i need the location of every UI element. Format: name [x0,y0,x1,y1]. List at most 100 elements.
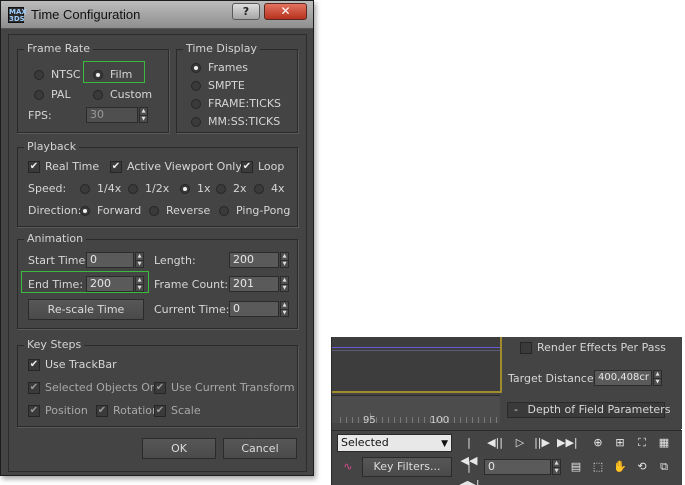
spin-up-icon[interactable]: ▲ [553,460,560,467]
fps-spinner-arrows[interactable]: ▲ ▼ [139,107,148,123]
spin-down-icon[interactable]: ▼ [281,284,288,292]
current-frame-spinner[interactable]: 0 ▲ ▼ [484,459,561,475]
timeline[interactable]: 95 100 [332,395,500,426]
radio-forward[interactable]: Forward [80,204,141,218]
check-active-viewport[interactable]: ✔ Active Viewport Only [110,160,242,174]
zoom-icon[interactable]: ⊕ [588,434,608,452]
current-time-input[interactable]: 0 [229,301,279,317]
check-real-time[interactable]: ✔ Real Time [28,160,99,174]
check-active-viewport-box[interactable]: ✔ [110,161,122,173]
fps-spinner[interactable]: 30 ▲ ▼ [86,107,148,123]
check-real-time-box[interactable]: ✔ [28,161,40,173]
field-of-view-icon[interactable]: ⬚ [588,458,608,476]
rescale-time-button[interactable]: Re-scale Time [28,299,144,320]
current-time-spinner[interactable]: 0 ▲ ▼ [229,301,289,317]
spin-down-icon[interactable]: ▼ [281,309,288,317]
radio-ntsc-dot[interactable] [34,70,44,80]
radio-mm-ss-ticks-dot[interactable] [191,117,201,127]
check-loop-box[interactable]: ✔ [241,161,253,173]
radio-ping-pong-dot[interactable] [219,206,229,216]
start-time-arrows[interactable]: ▲ ▼ [135,252,144,268]
title-bar[interactable]: MAX 3DS Time Configuration ? ✕ [1,1,313,29]
spin-down-icon[interactable]: ▼ [553,467,560,475]
length-input[interactable]: 200 [229,252,279,268]
check-use-current-transform[interactable]: ✔ Use Current Transform [154,381,295,395]
frame-count-spinner[interactable]: 201 ▲ ▼ [229,276,289,292]
maximize-viewport-icon[interactable]: ⧉ [654,458,674,476]
spin-down-icon[interactable]: ▼ [136,260,143,268]
radio-smpte[interactable]: SMPTE [191,79,245,93]
check-use-current-transform-box[interactable]: ✔ [154,382,166,394]
spin-up-icon[interactable]: ▲ [654,371,661,378]
radio-frame-ticks-dot[interactable] [191,99,201,109]
length-arrows[interactable]: ▲ ▼ [280,252,289,268]
pan-hand-icon[interactable]: ✋ [610,458,630,476]
key-filters-button[interactable]: Key Filters... [362,457,452,477]
check-scale-box[interactable]: ✔ [154,405,166,417]
radio-ntsc[interactable]: NTSC [34,68,81,82]
go-to-start-icon[interactable]: |◀◀ [459,434,479,467]
target-distance-input[interactable]: 400,408cr [594,370,652,386]
previous-frame-icon[interactable]: ◀|| [485,434,505,452]
radio-speed-4x[interactable]: 4x [254,182,285,196]
spin-up-icon[interactable]: ▲ [136,253,143,260]
radio-smpte-dot[interactable] [191,81,201,91]
spin-down-icon[interactable]: ▼ [140,115,147,123]
start-time-input[interactable]: 0 [86,252,134,268]
radio-speed-quarter-dot[interactable] [80,184,90,194]
radio-reverse[interactable]: Reverse [149,204,210,218]
current-time-arrows[interactable]: ▲ ▼ [280,301,289,317]
length-spinner[interactable]: 200 ▲ ▼ [229,252,289,268]
radio-forward-dot[interactable] [80,206,90,216]
close-button[interactable]: ✕ [264,3,307,20]
spin-down-icon[interactable]: ▼ [654,378,661,386]
check-use-trackbar[interactable]: ✔ Use TrackBar [28,358,117,372]
radio-speed-half-dot[interactable] [128,184,138,194]
radio-frames[interactable]: Frames [191,61,248,75]
radio-speed-2x-dot[interactable] [216,184,226,194]
spin-up-icon[interactable]: ▲ [140,108,147,115]
check-scale[interactable]: ✔ Scale [154,404,201,418]
target-distance-arrows[interactable]: ▲ ▼ [653,370,662,386]
zoom-all-icon[interactable]: ⊞ [610,434,630,452]
check-rotation-box[interactable]: ✔ [96,405,108,417]
radio-mm-ss-ticks[interactable]: MM:SS:TICKS [191,115,280,129]
spin-up-icon[interactable]: ▲ [281,302,288,309]
zoom-extents-icon[interactable]: ⛶ [632,434,652,452]
radio-speed-quarter[interactable]: 1/4x [80,182,121,196]
radio-speed-1x[interactable]: 1x [180,182,211,196]
next-frame-icon[interactable]: ||▶ [532,434,552,452]
play-icon[interactable]: ▷ [510,434,530,452]
check-position-box[interactable]: ✔ [28,405,40,417]
ok-button[interactable]: OK [142,438,216,459]
current-frame-arrows[interactable]: ▲ ▼ [552,459,561,475]
dof-parameters-rollout[interactable]: - Depth of Field Parameters [507,402,670,418]
check-render-effects-box[interactable] [520,342,532,354]
radio-pal-dot[interactable] [34,90,44,100]
check-position[interactable]: ✔ Position [28,404,88,418]
radio-speed-4x-dot[interactable] [254,184,264,194]
help-button[interactable]: ? [232,3,260,20]
orbit-icon[interactable]: ⟲ [632,458,652,476]
radio-custom[interactable]: Custom [93,88,152,102]
check-loop[interactable]: ✔ Loop [241,160,284,174]
frame-count-input[interactable]: 201 [229,276,279,292]
set-key-mode-icon[interactable]: ∿ [338,458,358,476]
radio-speed-1x-dot[interactable] [180,184,190,194]
go-to-end-icon[interactable]: ▶▶| [557,434,578,452]
radio-reverse-dot[interactable] [149,206,159,216]
check-use-trackbar-box[interactable]: ✔ [28,359,40,371]
zoom-extents-all-icon[interactable]: ▦ [654,434,674,452]
radio-custom-dot[interactable] [93,90,103,100]
fps-input[interactable]: 30 [86,107,138,123]
check-selected-objects-only[interactable]: ✔ Selected Objects Only [28,381,166,395]
radio-speed-2x[interactable]: 2x [216,182,247,196]
start-time-spinner[interactable]: 0 ▲ ▼ [86,252,144,268]
spin-up-icon[interactable]: ▲ [281,253,288,260]
radio-speed-half[interactable]: 1/2x [128,182,169,196]
cancel-button[interactable]: Cancel [223,438,297,459]
time-configuration-icon[interactable]: ▤ [566,458,586,476]
radio-pal[interactable]: PAL [34,88,71,102]
spin-up-icon[interactable]: ▲ [281,277,288,284]
target-distance-spinner[interactable]: 400,408cr ▲ ▼ [594,370,662,386]
